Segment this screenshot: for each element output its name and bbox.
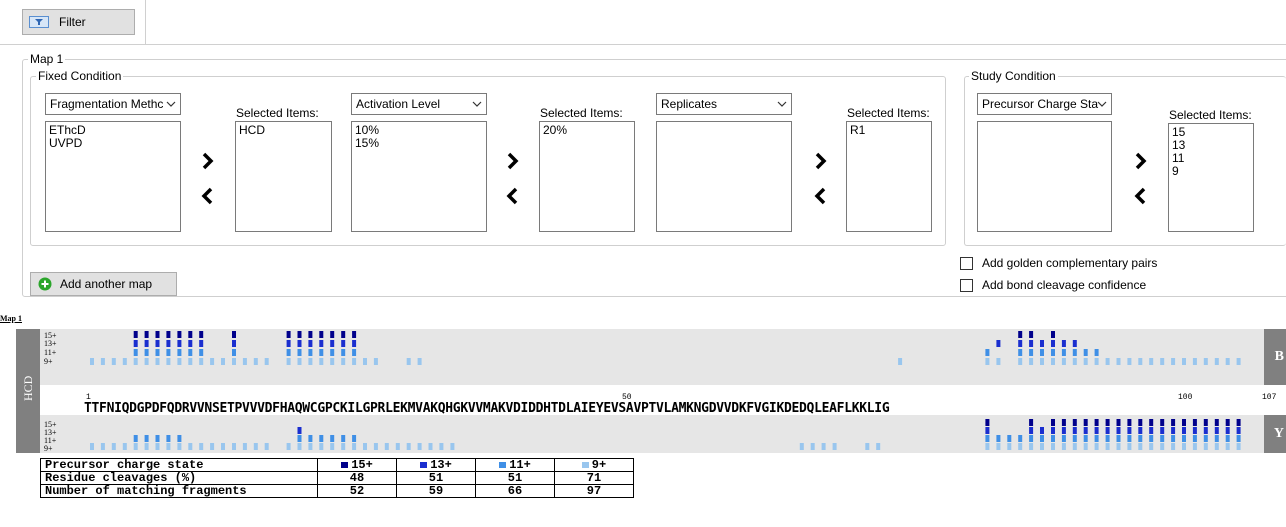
add-another-map-button[interactable]: Add another map bbox=[30, 272, 177, 296]
fixed-condition-title: Fixed Condition bbox=[36, 69, 124, 83]
selected-items-label: Selected Items: bbox=[540, 106, 623, 120]
legend-swatch bbox=[581, 461, 589, 468]
table-cell: Precursor charge state bbox=[40, 458, 318, 472]
map-title: Map 1 bbox=[28, 52, 66, 66]
y-charge-label: 9+ bbox=[44, 444, 53, 453]
add-another-map-label: Add another map bbox=[60, 277, 153, 291]
position-label: 100 bbox=[1178, 393, 1193, 402]
position-label: 107 bbox=[1262, 393, 1277, 402]
tab-divider bbox=[145, 0, 146, 44]
table-cell: 59 bbox=[396, 484, 476, 498]
chevron-down-icon bbox=[472, 101, 482, 107]
filter-button[interactable]: Filter bbox=[22, 9, 135, 35]
y-ion-label: Y bbox=[1264, 415, 1286, 453]
chevron-down-icon bbox=[777, 101, 787, 107]
study-condition-title: Study Condition bbox=[969, 69, 1058, 83]
fragmentation-method-dropdown[interactable]: Fragmentation Methc bbox=[45, 93, 181, 115]
bond-confidence-label: Add bond cleavage confidence bbox=[982, 278, 1147, 292]
table-row: Precursor charge state 15+ 13+ 11+ 9+ bbox=[40, 458, 634, 472]
hcd-label: HCD bbox=[21, 375, 35, 401]
move-right-button[interactable] bbox=[198, 151, 218, 171]
stats-table: Precursor charge state 15+ 13+ 11+ 9+ Re… bbox=[40, 458, 634, 498]
table-cell: 9+ bbox=[554, 458, 634, 472]
filter-icon bbox=[29, 16, 49, 28]
y-ion-band bbox=[40, 415, 1264, 453]
table-cell: 13+ bbox=[396, 458, 476, 472]
b-charge-label: 11+ bbox=[44, 348, 57, 357]
move-left-button[interactable] bbox=[198, 186, 218, 206]
table-cell: Number of matching fragments bbox=[40, 484, 318, 498]
table-cell: 15+ bbox=[317, 458, 397, 472]
activation-selected-list[interactable]: 20% bbox=[539, 121, 635, 232]
table-cell: 66 bbox=[475, 484, 555, 498]
toolbar-divider bbox=[0, 44, 1286, 45]
chevron-down-icon bbox=[166, 101, 176, 107]
selected-items-label: Selected Items: bbox=[847, 106, 930, 120]
list-item[interactable]: HCD bbox=[239, 124, 328, 137]
plot-map-label: Map 1 bbox=[0, 314, 22, 323]
table-cell: 71 bbox=[554, 471, 634, 485]
fragmentation-items-list[interactable]: EThcD UVPD bbox=[45, 121, 181, 232]
table-row: Number of matching fragments 52 59 66 97 bbox=[40, 484, 634, 498]
fragmentation-selected-list[interactable]: HCD bbox=[235, 121, 332, 232]
table-cell: 51 bbox=[396, 471, 476, 485]
move-right-button[interactable] bbox=[503, 151, 523, 171]
legend-swatch bbox=[420, 461, 428, 468]
golden-pairs-label: Add golden complementary pairs bbox=[982, 256, 1158, 270]
legend-swatch bbox=[341, 461, 349, 468]
b-charge-label: 9+ bbox=[44, 357, 53, 366]
list-item[interactable]: 15% bbox=[355, 137, 483, 150]
precursor-charge-dropdown[interactable]: Precursor Charge Sta bbox=[977, 93, 1112, 115]
activation-level-dropdown[interactable]: Activation Level bbox=[351, 93, 487, 115]
move-left-button[interactable] bbox=[503, 186, 523, 206]
table-cell: 97 bbox=[554, 484, 634, 498]
list-item[interactable]: UVPD bbox=[49, 137, 177, 150]
replicates-selected-list[interactable]: R1 bbox=[846, 121, 932, 232]
replicates-items-list[interactable] bbox=[656, 121, 792, 232]
protein-sequence: TTFNIQDGPDFQDRVVNSETPVVVDFHAQWCGPCKILGPR… bbox=[84, 401, 890, 416]
table-cell: 51 bbox=[475, 471, 555, 485]
precursor-selected-list[interactable]: 15 13 11 9 bbox=[1168, 123, 1254, 232]
list-item[interactable]: R1 bbox=[850, 124, 928, 137]
add-icon bbox=[38, 277, 52, 291]
replicates-dropdown[interactable]: Replicates bbox=[656, 93, 792, 115]
selected-items-label: Selected Items: bbox=[1169, 108, 1252, 122]
precursor-items-list[interactable] bbox=[977, 121, 1112, 232]
table-row: Residue cleavages (%) 48 51 51 71 bbox=[40, 471, 634, 485]
golden-pairs-checkbox[interactable] bbox=[960, 257, 973, 270]
move-right-button[interactable] bbox=[1131, 151, 1151, 171]
b-charge-label: 13+ bbox=[44, 339, 57, 348]
chevron-down-icon bbox=[1097, 101, 1107, 107]
list-item[interactable]: 20% bbox=[543, 124, 631, 137]
activation-items-list[interactable]: 10% 15% bbox=[351, 121, 487, 232]
list-item[interactable]: 9 bbox=[1172, 165, 1250, 178]
b-ion-band bbox=[40, 329, 1264, 385]
selected-items-label: Selected Items: bbox=[236, 106, 319, 120]
move-left-button[interactable] bbox=[811, 186, 831, 206]
filter-label: Filter bbox=[59, 15, 86, 29]
table-cell: Residue cleavages (%) bbox=[40, 471, 318, 485]
legend-swatch bbox=[499, 461, 507, 468]
move-left-button[interactable] bbox=[1131, 186, 1151, 206]
table-cell: 48 bbox=[317, 471, 397, 485]
bond-confidence-checkbox[interactable] bbox=[960, 279, 973, 292]
b-ion-label: B bbox=[1264, 329, 1286, 385]
move-right-button[interactable] bbox=[811, 151, 831, 171]
table-cell: 52 bbox=[317, 484, 397, 498]
list-item[interactable]: 11 bbox=[1172, 152, 1250, 165]
table-cell: 11+ bbox=[475, 458, 555, 472]
